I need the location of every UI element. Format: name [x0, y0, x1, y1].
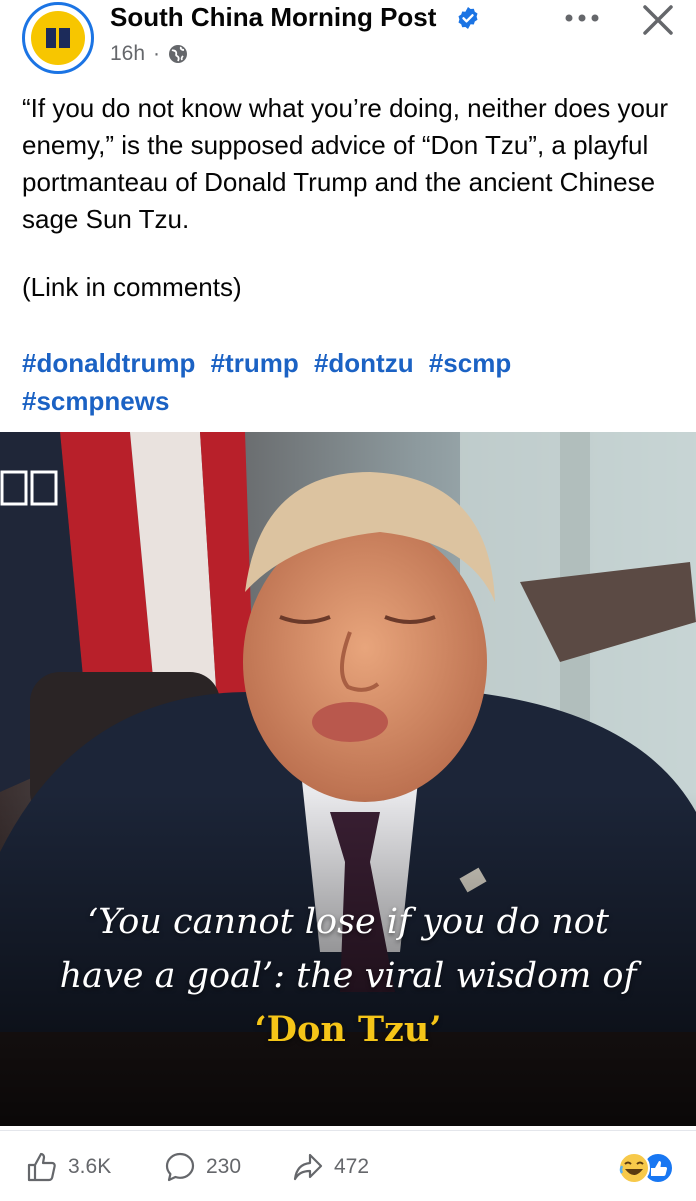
link-note: (Link in comments): [22, 272, 242, 302]
post-body-text: “If you do not know what you’re doing, n…: [22, 90, 672, 238]
comment-count: 230: [206, 1155, 242, 1178]
hashtag-link[interactable]: #dontzu: [314, 348, 414, 378]
page-name[interactable]: South China Morning Post: [110, 2, 436, 33]
hashtag-link[interactable]: #donaldtrump: [22, 348, 195, 378]
globe-icon: [169, 45, 188, 63]
page-avatar[interactable]: [22, 2, 94, 74]
close-icon[interactable]: [640, 2, 676, 38]
more-options-icon[interactable]: [562, 8, 602, 28]
post-action-bar: 3.6K 230 472: [0, 1130, 696, 1201]
like-button[interactable]: 3.6K: [26, 1151, 111, 1183]
like-count: 3.6K: [68, 1155, 112, 1178]
thumbs-up-icon: [27, 1152, 56, 1182]
caption-text: ‘You cannot lose if you do not have a go…: [59, 902, 637, 996]
comment-button[interactable]: 230: [164, 1151, 241, 1183]
caption-highlight: ‘Don Tzu’: [254, 1009, 442, 1050]
share-count: 472: [334, 1155, 370, 1178]
hashtag-list: #donaldtrump #trump #dontzu #scmp #scmpn…: [22, 344, 672, 420]
post-paragraph: “If you do not know what you’re doing, n…: [22, 93, 669, 234]
comment-icon: [165, 1152, 195, 1182]
share-icon: [293, 1153, 323, 1181]
scmp-logo: [31, 11, 85, 65]
publisher-watermark-icon: [0, 470, 58, 506]
post-timestamp[interactable]: 16h: [110, 42, 145, 66]
post-meta: 16h ·: [110, 42, 188, 66]
reactions-summary-icon[interactable]: [614, 1150, 678, 1186]
hashtag-link[interactable]: #scmpnews: [22, 386, 169, 416]
verified-badge-icon: [458, 7, 478, 29]
post-header: South China Morning Post 16h ·: [0, 0, 696, 80]
hashtag-link[interactable]: #scmp: [429, 348, 511, 378]
image-caption: ‘You cannot lose if you do not have a go…: [40, 895, 656, 1057]
share-button[interactable]: 472: [292, 1151, 369, 1183]
meta-separator: ·: [153, 42, 161, 65]
hashtag-link[interactable]: #trump: [211, 348, 299, 378]
